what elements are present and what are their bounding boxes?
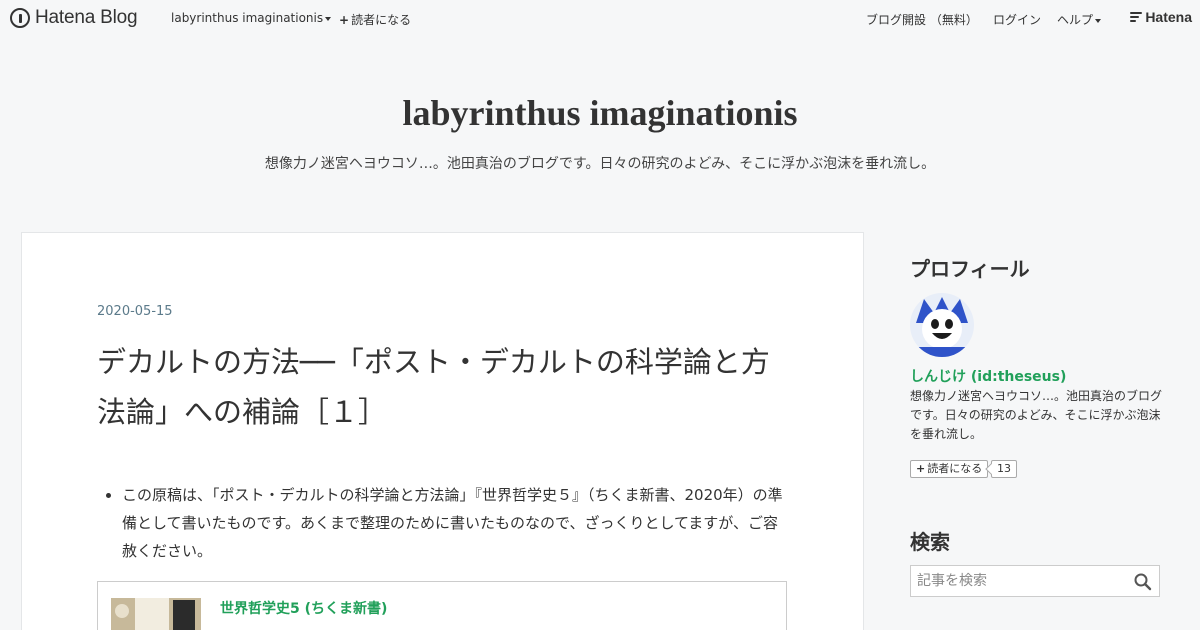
- hatena-blog-icon: [10, 8, 30, 28]
- blog-description: 想像力ノ迷宮ヘヨウコソ…。池田真治のブログです。日々の研究のよどみ、そこに浮かぶ…: [264, 156, 936, 172]
- book-embed[interactable]: 世界哲学史5 (ちくま新書): [97, 581, 787, 630]
- help-label: ヘルプ: [1057, 13, 1094, 27]
- hatena-blog-logo[interactable]: Hatena Blog: [10, 7, 138, 29]
- search-heading: 検索: [910, 530, 950, 554]
- hatena-logo[interactable]: Hatena: [1130, 9, 1192, 25]
- help-menu-dropdown[interactable]: ヘルプ: [1057, 11, 1102, 28]
- login-link[interactable]: ログイン: [993, 11, 1041, 28]
- plus-icon: +: [916, 462, 926, 475]
- blog-menu-dropdown[interactable]: labyrinthus imaginationis: [171, 11, 332, 25]
- book-title-link[interactable]: 世界哲学史5 (ちくま新書): [220, 598, 387, 618]
- avatar[interactable]: [910, 293, 974, 357]
- subscribe-link[interactable]: + 読者になる: [339, 11, 411, 28]
- entry-card: 2020-05-15 デカルトの方法──「ポスト・デカルトの科学論と方法論」への…: [21, 232, 864, 630]
- entry-title[interactable]: デカルトの方法──「ポスト・デカルトの科学論と方法論」への補論［１］: [97, 337, 797, 437]
- search-input[interactable]: [911, 566, 1131, 596]
- caret-down-icon: [1095, 18, 1102, 23]
- profile-description: 想像力ノ迷宮ヘヨウコソ…。池田真治のブログです。日々の研究のよどみ、そこに浮かぶ…: [910, 389, 1163, 441]
- subscriber-count-badge[interactable]: 13: [991, 460, 1017, 478]
- plus-icon: +: [339, 13, 350, 27]
- hatena-mark-icon: [1130, 12, 1143, 22]
- profile-name-link[interactable]: しんじけ (id:theseus): [910, 366, 1066, 386]
- book-cover-image[interactable]: [111, 598, 201, 630]
- search-form: [910, 565, 1160, 597]
- hatena-logo-text: Hatena: [1145, 9, 1192, 25]
- subscribe-button-label: 読者になる: [927, 462, 983, 475]
- avatar-image: [910, 293, 974, 357]
- global-header: Hatena Blog labyrinthus imaginationis + 読…: [0, 0, 1200, 36]
- hatena-blog-logo-text: Hatena Blog: [35, 7, 138, 28]
- subscribe-button[interactable]: + 読者になる: [910, 460, 989, 478]
- entry-bullet-list: この原稿は、「ポスト・デカルトの科学論と方法論」『世界哲学史５』（ちくま新書、2…: [122, 481, 792, 565]
- blog-title[interactable]: labyrinthus imaginationis: [0, 92, 1200, 134]
- subscribe-label: 読者になる: [351, 13, 412, 27]
- caret-down-icon: [325, 16, 332, 21]
- search-icon[interactable]: [1133, 572, 1153, 592]
- entry-date[interactable]: 2020-05-15: [97, 304, 173, 319]
- open-blog-link[interactable]: ブログ開設 （無料）: [866, 11, 978, 28]
- profile-heading: プロフィール: [910, 257, 1030, 281]
- list-item: この原稿は、「ポスト・デカルトの科学論と方法論」『世界哲学史５』（ちくま新書、2…: [122, 481, 792, 565]
- blog-menu-label: labyrinthus imaginationis: [171, 11, 324, 25]
